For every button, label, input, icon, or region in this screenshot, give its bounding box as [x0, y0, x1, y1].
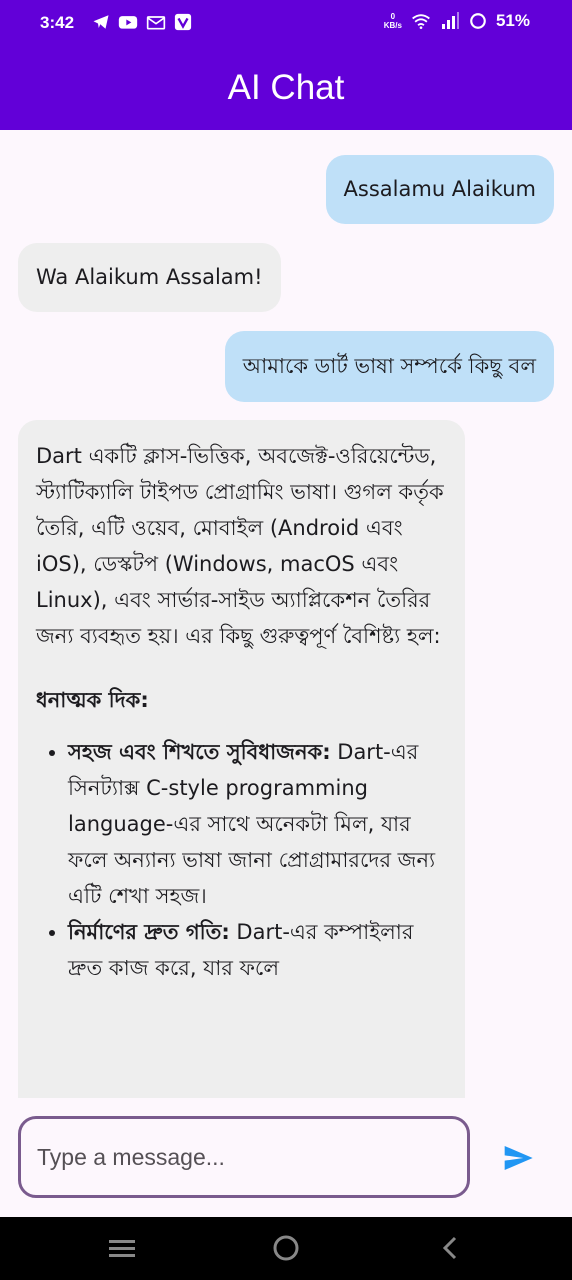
send-icon[interactable] [498, 1142, 538, 1174]
page-title: AI Chat [227, 68, 345, 107]
message-list[interactable]: Assalamu Alaikum Wa Alaikum Assalam! আমা… [0, 130, 572, 1098]
battery-icon [470, 13, 486, 29]
status-time: 3:42 [40, 13, 75, 32]
list-item: নির্মাণের দ্রুত গতি: Dart-এর কম্পাইলার দ… [68, 914, 447, 986]
network-speed: 0 KB/s [383, 12, 402, 30]
bot-message: Wa Alaikum Assalam! [18, 243, 281, 312]
back-icon[interactable] [438, 1233, 462, 1263]
point-title: নির্মাণের দ্রুত গতি: [68, 920, 230, 944]
point-text: Dart-এর সিনট্যাক্স C-style programming l… [68, 740, 436, 908]
app-bar: AI Chat [0, 48, 572, 130]
vpn-app-icon [174, 13, 192, 31]
message-bullet-list: সহজ এবং শিখতে সুবিধাজনক: Dart-এর সিনট্যা… [36, 734, 447, 986]
message-intro: Dart একটি ক্লাস-ভিত্তিক, অবজেক্ট-ওরিয়েন… [36, 444, 444, 648]
signal-icon [441, 12, 459, 29]
system-icons: 0 KB/s 51% [384, 11, 530, 31]
wifi-icon [412, 14, 430, 29]
point-title: সহজ এবং শিখতে সুবিধাজনক: [68, 740, 331, 764]
user-message: আমাকে ডার্ট ভাষা সম্পর্কে কিছু বল [224, 331, 554, 402]
bot-message: Dart একটি ক্লাস-ভিত্তিক, অবজেক্ট-ওরিয়েন… [18, 420, 465, 1098]
message-heading: ধনাত্মক দিক: [36, 688, 149, 712]
home-icon[interactable] [272, 1233, 300, 1263]
navigation-bar [0, 1217, 572, 1280]
composer [0, 1098, 572, 1217]
list-item: সহজ এবং শিখতে সুবিধাজনক: Dart-এর সিনট্যা… [68, 734, 447, 914]
user-message: Assalamu Alaikum [325, 155, 554, 224]
youtube-icon [118, 16, 138, 29]
telegram-icon [93, 15, 109, 29]
gmail-icon [146, 16, 166, 30]
recent-apps-icon[interactable] [108, 1233, 136, 1263]
notification-icons [92, 13, 192, 31]
status-bar: 3:42 0 KB/s 51% [0, 0, 572, 48]
message-input[interactable] [18, 1116, 470, 1198]
battery-percent: 51% [495, 11, 530, 30]
